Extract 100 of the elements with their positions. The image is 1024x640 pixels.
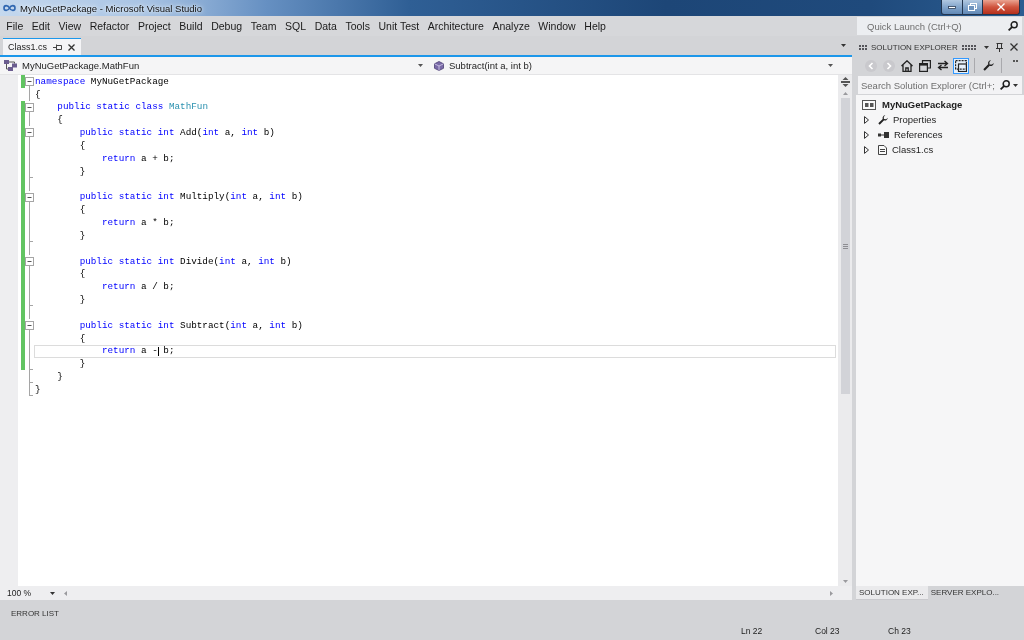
hierarchy-icon bbox=[4, 60, 17, 71]
menu-item[interactable]: Refactor bbox=[85, 17, 134, 35]
menu-item[interactable]: Tools bbox=[341, 17, 375, 35]
close-button[interactable] bbox=[983, 0, 1020, 15]
panel-tab[interactable]: SERVER EXPLO... bbox=[927, 586, 1004, 600]
code-line: } bbox=[35, 385, 41, 395]
caret-icon[interactable] bbox=[841, 44, 846, 47]
code-line: public static int Multiply(int a, int b) bbox=[79, 192, 303, 202]
grip-icon bbox=[859, 44, 867, 50]
collapse-icon[interactable] bbox=[25, 128, 34, 138]
code-line: } bbox=[79, 230, 86, 241]
up-arrow-icon bbox=[842, 92, 848, 95]
code-line: { bbox=[79, 205, 86, 215]
quick-launch-field[interactable]: Quick Launch (Ctrl+Q) bbox=[857, 17, 1022, 35]
search-icon[interactable] bbox=[1008, 21, 1018, 31]
collapse-icon[interactable] bbox=[25, 76, 34, 86]
member-dropdown[interactable]: Subtract(int a, int b) bbox=[430, 57, 838, 74]
menu-item[interactable]: Debug bbox=[206, 17, 247, 35]
left-arrow-icon bbox=[64, 590, 67, 596]
error-list-tab[interactable]: ERROR LIST bbox=[11, 607, 59, 620]
linked-squares-icon bbox=[878, 131, 889, 138]
code-line: public static class MathFun bbox=[57, 102, 208, 112]
close-icon[interactable] bbox=[1010, 43, 1018, 51]
menu-item[interactable]: Build bbox=[174, 17, 207, 35]
tree-item[interactable]: Class1.cs bbox=[862, 142, 937, 157]
menu-item[interactable]: Data bbox=[310, 17, 342, 35]
code-line: return a + b; bbox=[101, 153, 175, 164]
panel-tab[interactable]: SOLUTION EXP... bbox=[856, 586, 928, 600]
close-icon[interactable] bbox=[68, 43, 75, 51]
search-field[interactable]: Search Solution Explorer (Ctrl+; bbox=[858, 76, 1022, 94]
caret-icon bbox=[50, 591, 55, 595]
down-arrow-icon bbox=[842, 580, 848, 583]
caret-icon[interactable] bbox=[984, 45, 989, 49]
splitter-icon bbox=[840, 77, 850, 87]
expand-triangle-icon[interactable] bbox=[864, 115, 869, 124]
code-line: { bbox=[79, 333, 86, 343]
code-line: b; bbox=[163, 346, 175, 356]
menu-item[interactable]: Architecture bbox=[423, 17, 489, 35]
restore-button[interactable] bbox=[963, 0, 983, 15]
search-icon[interactable] bbox=[1000, 80, 1010, 90]
code-line: return a / b; bbox=[101, 282, 175, 292]
tree-item[interactable]: MyNuGetPackage bbox=[862, 97, 966, 112]
code-line: { bbox=[79, 269, 86, 279]
code-line: } bbox=[79, 359, 86, 369]
grip-icon bbox=[961, 44, 976, 50]
code-line: { bbox=[57, 115, 63, 125]
zoom-dropdown[interactable]: 100 % bbox=[7, 588, 59, 598]
code-line: } bbox=[79, 166, 86, 176]
tree-item[interactable]: Properties bbox=[862, 112, 940, 127]
code-line: } bbox=[57, 372, 63, 382]
document-icon bbox=[878, 144, 887, 155]
expand-triangle-icon[interactable] bbox=[864, 145, 869, 154]
pin-icon[interactable] bbox=[53, 43, 62, 51]
code-line: { bbox=[35, 89, 41, 99]
menu-item[interactable]: SQL bbox=[280, 17, 311, 35]
caret-icon bbox=[828, 64, 833, 67]
collapse-icon[interactable] bbox=[25, 192, 34, 202]
code-line: return a * b; bbox=[101, 218, 175, 228]
scrollbar-thumb[interactable] bbox=[840, 98, 850, 394]
menu-item[interactable]: Team bbox=[246, 17, 281, 35]
menu-item[interactable]: File bbox=[2, 17, 28, 35]
code-line: public static int Divide(int a, int b) bbox=[79, 256, 292, 266]
menu-item[interactable]: Unit Test bbox=[374, 17, 424, 35]
infinity-logo-icon bbox=[3, 4, 16, 12]
collapse-icon[interactable] bbox=[25, 320, 34, 330]
menu-item[interactable]: Window bbox=[534, 17, 580, 35]
menu-item[interactable]: Edit bbox=[27, 17, 55, 35]
minimize-button[interactable] bbox=[941, 0, 963, 15]
collapse-icon[interactable] bbox=[25, 102, 34, 112]
cube-icon bbox=[434, 60, 444, 71]
menu-item[interactable]: View bbox=[54, 17, 86, 35]
wrench-icon bbox=[878, 114, 888, 125]
vertical-scrollbar[interactable] bbox=[838, 75, 852, 586]
menu-item[interactable]: Analyze bbox=[488, 17, 535, 35]
window-title: MyNuGetPackage - Microsoft Visual Studio bbox=[20, 2, 202, 14]
right-arrow-icon bbox=[830, 590, 833, 596]
menu-item[interactable]: Project bbox=[133, 17, 175, 35]
document-tab[interactable]: Class1.cs bbox=[3, 38, 81, 55]
code-line: namespace MyNuGetPackage bbox=[35, 76, 169, 87]
tree-item[interactable]: References bbox=[862, 127, 946, 142]
caret-icon bbox=[418, 64, 423, 67]
menu-item[interactable]: Help bbox=[580, 17, 611, 35]
status-text: Col 23 bbox=[815, 625, 840, 636]
code-line: public static int Subtract(int a, int b) bbox=[79, 320, 303, 331]
code-line: { bbox=[79, 141, 86, 151]
code-line: public static int Add(int a, int b) bbox=[79, 128, 275, 138]
class-dropdown[interactable]: MyNuGetPackage.MathFun bbox=[0, 57, 428, 74]
caret-icon bbox=[1013, 83, 1018, 87]
pin-icon[interactable] bbox=[996, 42, 1003, 52]
project-box-icon bbox=[862, 99, 876, 110]
status-text: Ch 23 bbox=[888, 625, 911, 636]
restore-icon bbox=[968, 3, 977, 11]
text-caret-icon bbox=[157, 346, 159, 356]
panel-title: SOLUTION EXPLORER bbox=[871, 42, 958, 52]
expand-triangle-icon[interactable] bbox=[864, 130, 869, 139]
code-line: return a - bbox=[101, 346, 158, 356]
collapse-icon[interactable] bbox=[25, 256, 34, 266]
minimize-icon bbox=[948, 5, 956, 9]
status-text: Ln 22 bbox=[741, 625, 763, 636]
close-icon bbox=[997, 3, 1005, 11]
